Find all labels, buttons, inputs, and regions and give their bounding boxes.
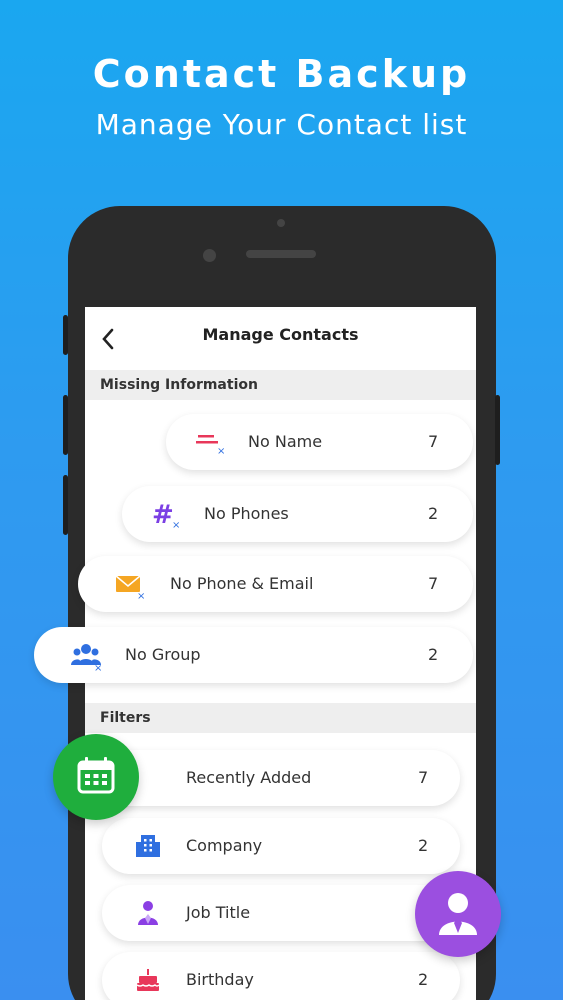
list-item-no-phones[interactable]: # × No Phones 2 (122, 486, 473, 542)
hero-title: Contact Backup (92, 52, 471, 96)
svg-text:#: # (152, 500, 174, 530)
list-item-label: No Group (125, 645, 201, 664)
section-filters: Filters (85, 703, 476, 733)
group-icon: × (71, 644, 102, 671)
svg-text:×: × (217, 446, 225, 457)
list-item-no-group[interactable]: × No Group 2 (34, 627, 473, 683)
phone-side-button (63, 315, 68, 355)
list-item-birthday[interactable]: Birthday 2 (102, 952, 460, 1000)
list-item-job-title[interactable]: Job Title (102, 885, 460, 941)
businessman-icon (439, 893, 477, 935)
list-item-no-name[interactable]: × No Name 7 (166, 414, 473, 470)
job-title-fab[interactable] (415, 871, 501, 957)
svg-text:×: × (137, 591, 145, 600)
list-item-label: No Name (248, 432, 323, 451)
list-item-count: 2 (418, 970, 429, 989)
list-item-no-phone-email[interactable]: × No Phone & Email 7 (78, 556, 473, 612)
list-item-count: 2 (418, 836, 429, 855)
list-item-count: 7 (428, 432, 439, 451)
list-item-label: Recently Added (186, 768, 312, 787)
no-name-icon: × (196, 435, 225, 457)
envelope-icon: × (115, 575, 145, 600)
list-item-label: No Phone & Email (170, 574, 314, 593)
page-title: Manage Contacts (202, 325, 359, 344)
list-item-label: Birthday (186, 970, 254, 989)
list-item-label: No Phones (204, 504, 289, 523)
svg-text:×: × (172, 520, 180, 530)
svg-text:×: × (94, 663, 102, 671)
list-item-count: 7 (428, 574, 439, 593)
recently-added-fab[interactable] (53, 734, 139, 820)
section-missing-information: Missing Information (85, 370, 476, 400)
calendar-icon (77, 757, 115, 794)
phone-side-button (495, 395, 500, 465)
list-item-count: 2 (428, 504, 439, 523)
list-item-label: Job Title (186, 903, 251, 922)
hero-subtitle: Manage Your Contact list (95, 108, 468, 141)
person-tie-icon (138, 901, 158, 925)
cake-icon (136, 969, 160, 991)
phone-speaker (246, 250, 316, 258)
hash-icon: # × (152, 500, 180, 530)
phone-sensor (277, 219, 285, 227)
list-item-company[interactable]: Company 2 (102, 818, 460, 874)
building-icon (136, 835, 160, 857)
list-item-label: Company (186, 836, 263, 855)
phone-camera (203, 249, 216, 262)
phone-side-button (63, 475, 68, 535)
list-item-recently-added[interactable]: Recently Added 7 (102, 750, 460, 806)
list-item-count: 7 (418, 768, 429, 787)
phone-side-button (63, 395, 68, 455)
list-item-count: 2 (428, 645, 439, 664)
